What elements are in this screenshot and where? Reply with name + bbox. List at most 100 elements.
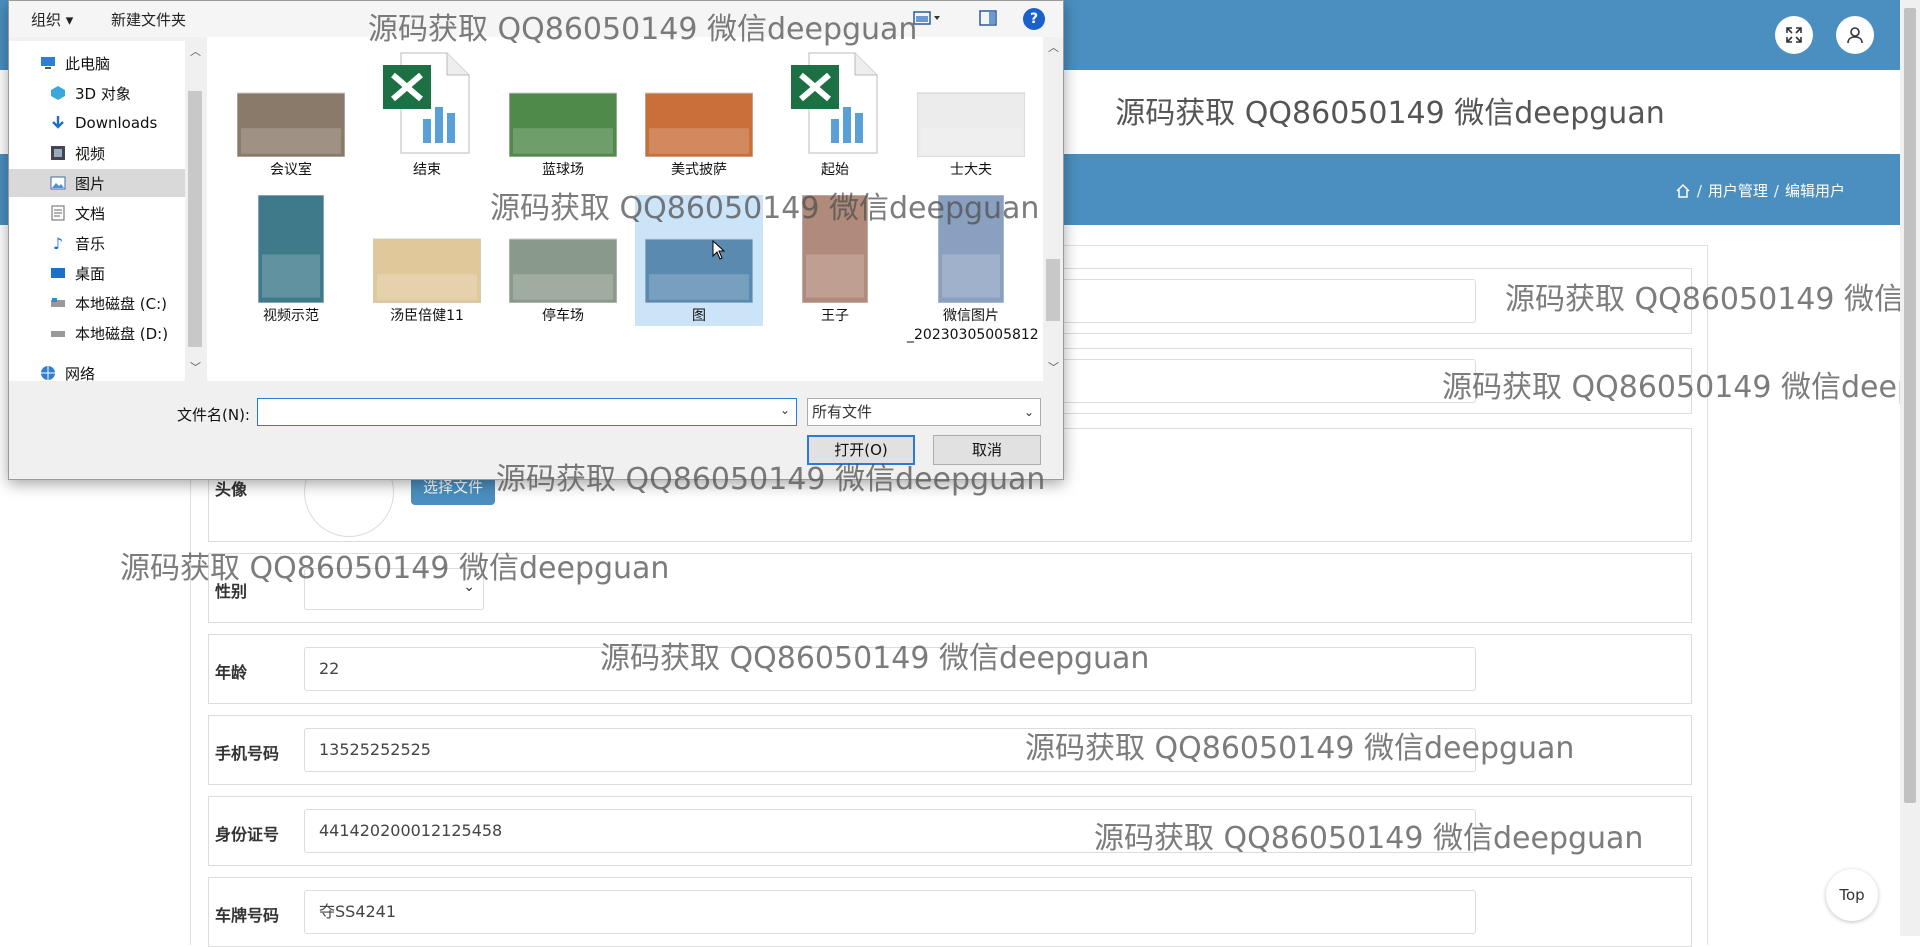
page-title: 源码获取 QQ86050149 微信deepguan bbox=[1115, 96, 1665, 131]
excel-file-icon bbox=[791, 52, 878, 154]
page-scrollbar[interactable] bbox=[1900, 0, 1920, 936]
fullscreen-button[interactable] bbox=[1775, 16, 1813, 54]
nav-item-label: 3D 对象 bbox=[75, 84, 131, 103]
network-icon bbox=[39, 365, 57, 381]
image-thumbnail bbox=[258, 195, 324, 303]
file-item[interactable]: 蓝球场 bbox=[499, 49, 627, 180]
drive-icon bbox=[49, 295, 67, 311]
expand-icon bbox=[1786, 27, 1802, 43]
nav-item-label: 桌面 bbox=[75, 264, 106, 283]
file-item[interactable]: 视频示范 bbox=[227, 195, 355, 326]
chevron-down-icon[interactable]: ﹀ bbox=[1048, 359, 1059, 375]
nav-item-pictures[interactable]: 图片 bbox=[9, 169, 185, 197]
plate-field[interactable]: 夺SS4241 bbox=[304, 890, 1476, 934]
cube-icon bbox=[49, 85, 67, 101]
nav-scrollbar[interactable]: ︿ ﹀ bbox=[185, 41, 205, 381]
image-thumbnail bbox=[645, 92, 753, 157]
nav-item-label: Downloads bbox=[75, 114, 158, 132]
help-icon[interactable]: ? bbox=[1023, 8, 1045, 30]
breadcrumb: / 用户管理 / 编辑用户 bbox=[1675, 180, 1845, 201]
home-icon[interactable] bbox=[1675, 183, 1691, 199]
nav-item-this-pc[interactable]: 此电脑 bbox=[9, 49, 185, 77]
nav-item-label: 本地磁盘 (D:) bbox=[75, 324, 169, 343]
desktop-icon bbox=[49, 265, 67, 281]
file-name: 士大夫 bbox=[950, 162, 992, 178]
dialog-toolbar: 组织 ▾ 新建文件夹 ? bbox=[9, 1, 1063, 37]
new-folder-button[interactable]: 新建文件夹 bbox=[111, 9, 186, 30]
drive-icon bbox=[49, 325, 67, 341]
nav-item-label: 视频 bbox=[75, 144, 106, 163]
file-name: 起始 bbox=[821, 162, 849, 178]
chevron-up-icon[interactable]: ︿ bbox=[190, 43, 201, 59]
scrollbar-thumb[interactable] bbox=[1904, 8, 1916, 803]
open-file-dialog: 组织 ▾ 新建文件夹 ? 此电脑 3D 对象 Downloads 视频 图片 文… bbox=[8, 0, 1064, 480]
image-thumbnail bbox=[237, 92, 345, 157]
nav-item-label: 本地磁盘 (C:) bbox=[75, 294, 167, 313]
scrollbar-thumb[interactable] bbox=[188, 91, 202, 347]
file-list-pane: 会议室 结束 蓝球场 美式披萨 起始 士大夫视频示范 汤臣倍健11 停车场 图 王子 微信图片_20… bbox=[207, 37, 1043, 381]
file-name: 停车场 bbox=[542, 308, 584, 324]
document-icon bbox=[49, 205, 67, 221]
scrollbar-thumb[interactable] bbox=[1046, 259, 1060, 321]
file-item[interactable]: 王子 bbox=[771, 195, 899, 326]
user-menu-button[interactable] bbox=[1836, 16, 1874, 54]
file-name: 王子 bbox=[821, 308, 849, 324]
excel-file-icon bbox=[383, 52, 470, 154]
file-item[interactable]: 微信图片_20230305005812 bbox=[907, 195, 1039, 345]
idcard-field[interactable]: 441420200012125458 bbox=[304, 809, 1476, 853]
chevron-down-icon[interactable]: ⌄ bbox=[780, 403, 790, 417]
filename-label: 文件名(N): bbox=[177, 406, 250, 424]
organize-menu[interactable]: 组织 ▾ bbox=[31, 9, 73, 30]
music-icon: ♪ bbox=[52, 233, 64, 253]
file-item[interactable]: 士大夫 bbox=[907, 49, 1035, 180]
form-row-gender: 性别 ⌄ bbox=[208, 553, 1692, 623]
nav-item-3d-objects[interactable]: 3D 对象 bbox=[9, 79, 185, 107]
back-to-top-button[interactable]: Top bbox=[1826, 869, 1878, 921]
image-thumbnail bbox=[645, 238, 753, 303]
form-row-age: 年龄 22 bbox=[208, 634, 1692, 704]
age-field[interactable]: 22 bbox=[304, 647, 1476, 691]
form-row-phone: 手机号码 13525252525 bbox=[208, 715, 1692, 785]
breadcrumb-user-management[interactable]: 用户管理 bbox=[1708, 180, 1768, 201]
file-item[interactable]: 结束 bbox=[363, 49, 491, 180]
nav-item-music[interactable]: ♪ 音乐 bbox=[9, 229, 185, 257]
chevron-up-icon[interactable]: ︿ bbox=[1048, 39, 1059, 55]
picture-icon bbox=[49, 175, 67, 191]
gender-label: 性别 bbox=[215, 582, 248, 601]
nav-item-videos[interactable]: 视频 bbox=[9, 139, 185, 167]
file-item[interactable]: 起始 bbox=[771, 49, 899, 180]
file-item[interactable]: 图 bbox=[635, 195, 763, 326]
breadcrumb-separator: / bbox=[1696, 181, 1702, 200]
file-item[interactable]: 停车场 bbox=[499, 195, 627, 326]
file-name: 图 bbox=[692, 308, 706, 324]
image-thumbnail bbox=[802, 195, 868, 303]
filename-input[interactable]: ⌄ bbox=[257, 398, 797, 426]
file-item[interactable]: 会议室 bbox=[227, 49, 355, 180]
download-icon bbox=[49, 115, 67, 131]
nav-item-desktop[interactable]: 桌面 bbox=[9, 259, 185, 287]
cancel-button[interactable]: 取消 bbox=[933, 435, 1041, 465]
phone-field[interactable]: 13525252525 bbox=[304, 728, 1476, 772]
nav-item-drive-c[interactable]: 本地磁盘 (C:) bbox=[9, 289, 185, 317]
nav-item-label: 网络 bbox=[65, 364, 96, 383]
nav-item-downloads[interactable]: Downloads bbox=[9, 109, 185, 137]
gender-select[interactable]: ⌄ bbox=[304, 568, 484, 610]
nav-item-network[interactable]: 网络 bbox=[9, 359, 185, 387]
file-name: 蓝球场 bbox=[542, 162, 584, 178]
nav-item-drive-d[interactable]: 本地磁盘 (D:) bbox=[9, 319, 185, 347]
file-item[interactable]: 汤臣倍健11 bbox=[363, 195, 491, 326]
breadcrumb-edit-user: 编辑用户 bbox=[1784, 182, 1845, 200]
form-row-plate: 车牌号码 夺SS4241 bbox=[208, 877, 1692, 947]
file-type-select[interactable]: 所有文件 ⌄ bbox=[807, 398, 1041, 426]
image-thumbnail bbox=[509, 238, 617, 303]
preview-pane-icon[interactable] bbox=[979, 10, 997, 30]
view-menu-icon[interactable] bbox=[913, 10, 941, 30]
chevron-down-icon: ⌄ bbox=[1023, 405, 1034, 419]
computer-icon bbox=[39, 55, 57, 71]
open-button[interactable]: 打开(O) bbox=[807, 435, 915, 465]
file-item[interactable]: 美式披萨 bbox=[635, 49, 763, 180]
file-name: 微信图片_20230305005812 bbox=[907, 308, 1039, 343]
nav-item-documents[interactable]: 文档 bbox=[9, 199, 185, 227]
chevron-down-icon[interactable]: ﹀ bbox=[190, 359, 201, 375]
file-scrollbar[interactable]: ︿ ﹀ bbox=[1043, 37, 1063, 381]
